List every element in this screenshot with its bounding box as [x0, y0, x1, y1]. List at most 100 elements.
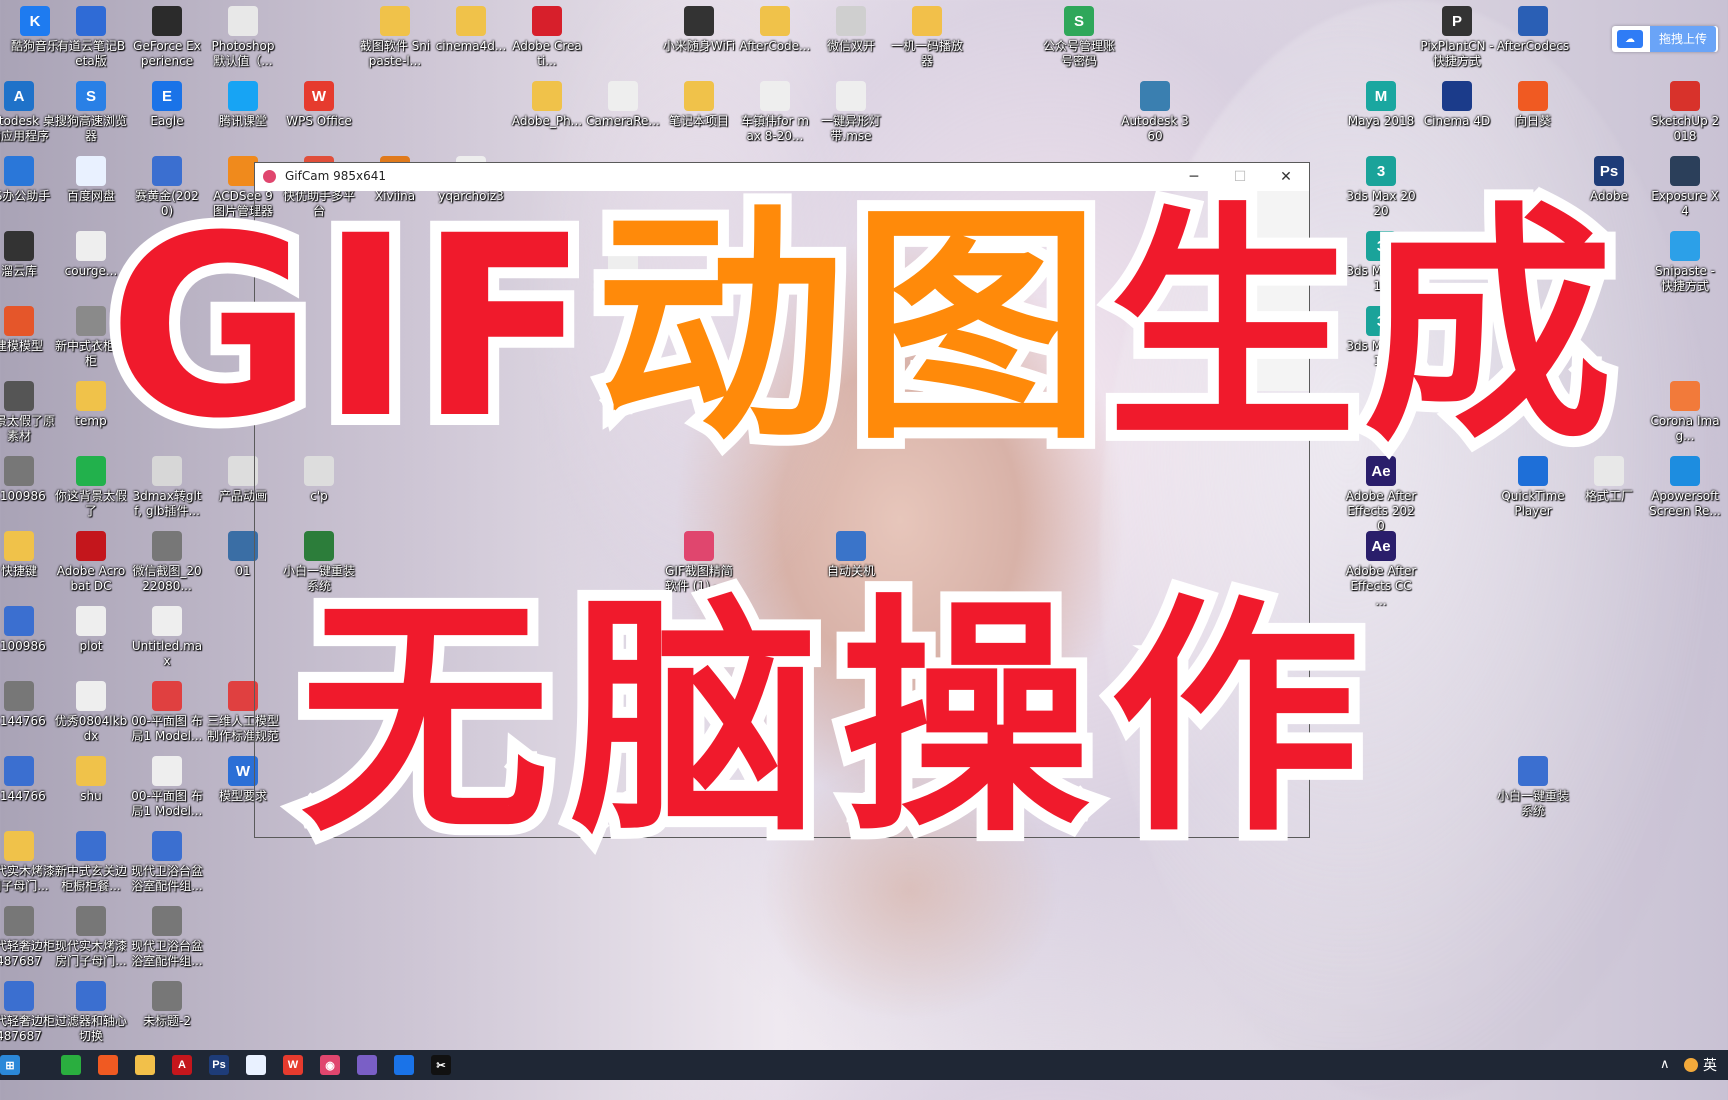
desktop-icon[interactable]: Adobe Creati...	[510, 6, 584, 69]
desktop-icon[interactable]: 现代实木烤漆房门子母门...	[54, 906, 128, 969]
winrar-icon	[152, 831, 182, 861]
desktop-icon[interactable]: 现代实木烤漆门子母门...	[0, 831, 56, 894]
folder-icon	[76, 756, 106, 786]
baidu-netdisk-icon[interactable]	[246, 1055, 266, 1075]
exposure-icon	[1670, 156, 1700, 186]
desktop-icon-label: Maya 2018	[1347, 114, 1415, 128]
browser-icon[interactable]	[394, 1055, 414, 1075]
desktop-icon[interactable]: 1144766	[0, 756, 56, 804]
desktop-icon[interactable]: 快捷键	[0, 531, 56, 579]
desktop-icon[interactable]: 微信双开	[814, 6, 888, 54]
desktop-icon[interactable]: 未标题-2	[130, 981, 204, 1029]
desktop-icon-label: 车镇伟for max 8-20...	[740, 114, 809, 143]
folder-icon	[380, 6, 410, 36]
desktop-icon[interactable]: P PixPlantCN - 快捷方式	[1420, 6, 1494, 69]
desktop-icon[interactable]: 小白一键重装系统	[1496, 756, 1570, 819]
desktop-icon-label: 新中式玄关边柜橱柜餐...	[54, 864, 127, 893]
desktop-icon[interactable]: GeForce Experience	[130, 6, 204, 69]
image-icon	[76, 306, 106, 336]
desktop-icon[interactable]: Cinema 4D	[1420, 81, 1494, 129]
desktop-icon[interactable]: 00-平面图 布局1 Model...	[130, 681, 204, 744]
desktop-icon[interactable]: 现代轻奢边柜 487687	[0, 906, 56, 969]
desktop-icon[interactable]: 1100986	[0, 606, 56, 654]
photos-icon[interactable]	[357, 1055, 377, 1075]
desktop-icon-label: 背景太假了原素材	[0, 414, 55, 443]
desktop-icon[interactable]: CameraRe...	[586, 81, 660, 129]
desktop-icon[interactable]: plot	[54, 606, 128, 654]
input-method-icon[interactable]	[1684, 1058, 1698, 1072]
desktop-icon[interactable]: Apowersoft Screen Re...	[1648, 456, 1722, 519]
desktop-icon[interactable]: 新中式玄关边柜橱柜餐...	[54, 831, 128, 894]
desktop-icon[interactable]: A Autodesk 桌面应用程序	[0, 81, 56, 144]
desktop-icon[interactable]: Photoshop 默认值（...	[206, 6, 280, 69]
wechat-icon[interactable]	[61, 1055, 81, 1075]
tencent-class-icon	[228, 81, 258, 111]
photoshop-icon[interactable]: Ps	[209, 1055, 229, 1075]
baidu-netdisk-icon	[76, 156, 106, 186]
desktop-icon[interactable]: 背景太假了原素材	[0, 381, 56, 444]
file-explorer-icon[interactable]	[135, 1055, 155, 1075]
desktop-icon[interactable]: Autodesk 360	[1118, 81, 1192, 144]
desktop-icon[interactable]: 向日葵	[1496, 81, 1570, 129]
desktop-icon[interactable]: 现代卫浴台盆浴室配件组...	[130, 906, 204, 969]
desktop-icon[interactable]: S 搜狗高速浏览器	[54, 81, 128, 144]
desktop-icon-label: plot	[79, 639, 103, 653]
desktop-icon[interactable]: 小米随身WiFi	[662, 6, 736, 54]
desktop-icon[interactable]: 现代卫浴台盆浴室配件组...	[130, 831, 204, 894]
desktop-icon[interactable]: 1100986	[0, 456, 56, 504]
desktop-icon[interactable]: 微信截图_2022080...	[130, 531, 204, 594]
image-icon	[152, 531, 182, 561]
desktop-icon-label: Adobe_Ph...	[511, 114, 583, 128]
desktop-icon[interactable]: cinema4d...	[434, 6, 508, 54]
desktop-icon[interactable]: 车镇伟for max 8-20...	[738, 81, 812, 144]
winrar-icon	[76, 981, 106, 1011]
desktop-icon[interactable]: 溜云库	[0, 231, 56, 279]
desktop-icon-label: GeForce Experience	[133, 39, 201, 68]
desktop-icon[interactable]: Snipaste - 快捷方式	[1648, 231, 1722, 294]
desktop-icon[interactable]: 过滤器和轴心切换	[54, 981, 128, 1044]
desktop-icon-label: 3dmax转gltf, glb插件...	[132, 489, 202, 518]
desktop-icon[interactable]: 现代轻奢边柜 487687	[0, 981, 56, 1044]
desktop-icon[interactable]: AfterCode...	[738, 6, 812, 54]
gifcam-icon[interactable]: ◉	[320, 1055, 340, 1075]
desktop-icon[interactable]: 建模模型	[0, 306, 56, 354]
desktop-icon[interactable]: PS办公助手	[0, 156, 56, 204]
pdf-icon	[152, 681, 182, 711]
desktop-icon[interactable]: S 公众号管理账号密码	[1042, 6, 1116, 69]
overlay-gif-text: GIF	[97, 171, 600, 484]
winrar-icon	[4, 981, 34, 1011]
desktop-icon[interactable]: AfterCodecs	[1496, 6, 1570, 54]
desktop-icon[interactable]: SketchUp 2018	[1648, 81, 1722, 144]
desktop-icon[interactable]: Untitled.max	[130, 606, 204, 669]
sogou-browser-icon: S	[76, 81, 106, 111]
capcut-icon[interactable]: ✂	[431, 1055, 451, 1075]
desktop-icon[interactable]: W WPS Office	[282, 81, 356, 129]
desktop-icon[interactable]: 笔记本项目	[662, 81, 736, 129]
desktop-icon[interactable]: 一机一码播放器	[890, 6, 964, 69]
desktop-icon[interactable]: Adobe Acrobat DC	[54, 531, 128, 594]
desktop-icon-label: Adobe Acrobat DC	[56, 564, 126, 593]
windows-icon[interactable]: ⊞	[0, 1055, 20, 1075]
desktop-icon[interactable]: Adobe_Ph...	[510, 81, 584, 129]
desktop-icon[interactable]: Corona Imag...	[1648, 381, 1722, 444]
desktop-icon[interactable]: 1144766	[0, 681, 56, 729]
desktop-icon[interactable]: 有道云笔记Beta版	[54, 6, 128, 69]
wps-icon[interactable]: W	[283, 1055, 303, 1075]
language-indicator[interactable]: 英	[1703, 1055, 1717, 1075]
desktop-icon[interactable]: E Eagle	[130, 81, 204, 129]
desktop-icon-label: 微信双开	[826, 39, 875, 53]
acrobat-icon[interactable]: A	[172, 1055, 192, 1075]
aftercodecs-icon	[1518, 6, 1548, 36]
desktop-icon-label: 现代卫浴台盆浴室配件组...	[130, 864, 203, 893]
desktop-icon[interactable]: shu	[54, 756, 128, 804]
desktop-icon[interactable]: 00-平面图 布局1 Model...	[130, 756, 204, 819]
desktop-icon[interactable]: M Maya 2018	[1344, 81, 1418, 129]
desktop-icon[interactable]: 优秀0804lkbdx	[54, 681, 128, 744]
desktop-icon[interactable]: 截图软件 Snipaste-l...	[358, 6, 432, 69]
desktop-icon[interactable]: 腾讯课堂	[206, 81, 280, 129]
desktop-icon[interactable]: 一键异形灯带.mse	[814, 81, 888, 144]
tray-expand-icon[interactable]: ∧	[1660, 1057, 1670, 1072]
sunlogin-icon[interactable]	[98, 1055, 118, 1075]
upload-widget[interactable]: ☁ 拖拽上传	[1612, 26, 1718, 52]
desktop-icon[interactable]: Exposure X4	[1648, 156, 1722, 219]
